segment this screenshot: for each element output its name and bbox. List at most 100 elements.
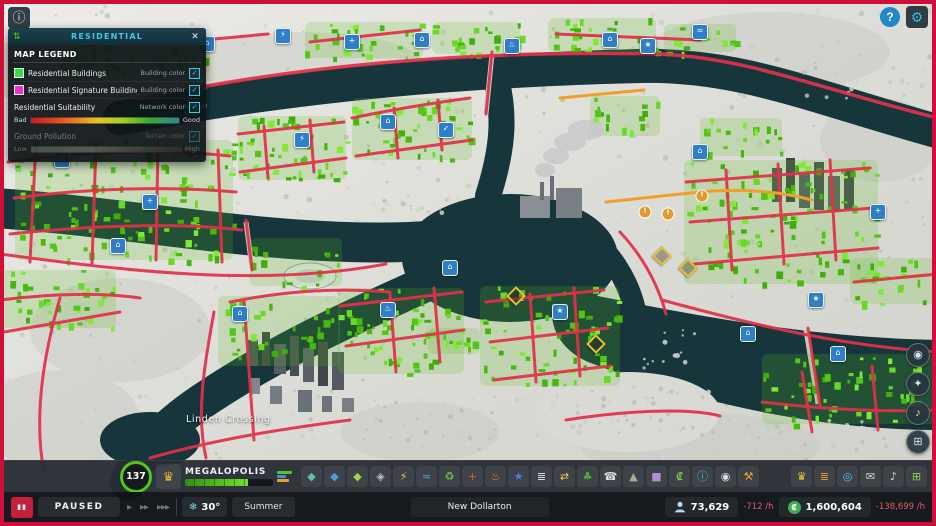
zoning-industrial-tool[interactable]: ◆: [347, 466, 368, 487]
infoviews-panel-button[interactable]: ◎: [837, 466, 858, 487]
zoning-commercial-tool[interactable]: ◆: [324, 466, 345, 487]
location-label[interactable]: New Dollarton: [410, 497, 549, 517]
electricity-tool[interactable]: ⚡: [393, 466, 414, 487]
map-marker[interactable]: [506, 286, 526, 306]
weather-widget[interactable]: ❄ 30°: [182, 497, 228, 517]
map-marker[interactable]: !: [661, 207, 675, 221]
map-marker[interactable]: ⌂: [740, 326, 756, 342]
temperature-value: 30°: [201, 501, 221, 513]
city-info-panel-button[interactable]: ⓘ: [692, 466, 713, 487]
legend-channel: Network color: [139, 103, 185, 111]
map-marker[interactable]: ≈: [692, 24, 708, 40]
legend-channel: Building color: [140, 86, 185, 94]
rci-demand-indicator[interactable]: [277, 471, 293, 482]
map-tiles-panel-button[interactable]: ⊞: [906, 466, 927, 487]
map-marker[interactable]: !: [638, 205, 652, 219]
map-tiles-button[interactable]: ⊞: [906, 430, 930, 454]
chirper-button[interactable]: ✦: [906, 372, 930, 396]
close-icon[interactable]: ✕: [189, 31, 201, 42]
speed-3-button[interactable]: ▶▶▶: [155, 503, 171, 511]
police-tool[interactable]: ★: [508, 466, 529, 487]
healthcare-tool[interactable]: +: [462, 466, 483, 487]
notifications-panel-button[interactable]: ✉: [860, 466, 881, 487]
map-marker[interactable]: ⌂: [110, 238, 126, 254]
fire-rescue-tool[interactable]: ♨: [485, 466, 506, 487]
panel-title: RESIDENTIAL: [70, 32, 144, 41]
main-toolbar: 137 ♛ MEGALOPOLIS ◆ ◆ ◆ ◈ ⚡ ≈ ♻ + ♨ ★ ≣ ⇄ ♣ ☎ ▲ ■ ₡ ⓘ ◉ ⚒ ♛…: [4, 460, 932, 493]
map-marker[interactable]: ⌂: [830, 346, 846, 362]
milestone-level-badge[interactable]: 137: [120, 460, 152, 493]
parks-recreation-tool[interactable]: ♣: [577, 466, 598, 487]
map-marker[interactable]: ✓: [438, 122, 454, 138]
legend-channel: Terrain color: [144, 132, 185, 140]
transportation-tool[interactable]: ⇄: [554, 466, 575, 487]
map-marker[interactable]: ★: [640, 38, 656, 54]
milestones-button[interactable]: ♛: [156, 464, 181, 489]
progression-panel-button[interactable]: ♛: [791, 466, 812, 487]
communications-tool[interactable]: ☎: [600, 466, 621, 487]
map-marker[interactable]: ⌂: [414, 32, 430, 48]
map-marker[interactable]: [678, 258, 698, 278]
checkbox[interactable]: ✓: [189, 67, 200, 79]
city-info[interactable]: MEGALOPOLIS: [185, 467, 273, 486]
suitability-scale: Bad Good: [13, 115, 201, 128]
radio-button[interactable]: ♪: [906, 401, 930, 425]
population-icon: [674, 501, 685, 513]
map-marker[interactable]: ⌂: [602, 32, 618, 48]
map-marker[interactable]: !: [695, 189, 709, 203]
population-value: 73,629: [690, 501, 730, 513]
map-marker[interactable]: [652, 246, 672, 266]
info-button[interactable]: ⓘ: [8, 7, 30, 29]
photo-mode-tool[interactable]: ◉: [715, 466, 736, 487]
settings-button[interactable]: ⚙: [906, 6, 928, 28]
map-marker[interactable]: ♨: [504, 38, 520, 54]
map-marker[interactable]: ★: [808, 292, 824, 308]
roads-tool[interactable]: ◈: [370, 466, 391, 487]
legend-label: Ground Pollution: [14, 131, 77, 141]
speed-1-button[interactable]: ▶: [125, 503, 133, 511]
legend-row-suitability: Residential Suitability Network color ✓: [13, 99, 201, 115]
map-marker[interactable]: +: [142, 194, 158, 210]
money-icon: ₡: [787, 500, 801, 514]
map-marker[interactable]: ⌂: [232, 306, 248, 322]
industrial-demand-bar: [277, 479, 289, 482]
legend-label: Residential Buildings: [28, 68, 107, 78]
zoning-residential-tool[interactable]: ◆: [301, 466, 322, 487]
season-label: Summer: [232, 497, 295, 517]
pause-button[interactable]: ▮▮: [11, 496, 33, 518]
map-marker[interactable]: ⌂: [380, 114, 396, 130]
signature-areas-tool[interactable]: ■: [646, 466, 667, 487]
status-bar: ▮▮ PAUSED ▶ ▶▶ ▶▶▶ ❄ 30° Summer New Doll…: [4, 492, 932, 522]
speed-2-button[interactable]: ▶▶: [138, 503, 150, 511]
checkbox[interactable]: ✓: [189, 84, 200, 96]
map-marker[interactable]: ⌂: [692, 144, 708, 160]
bulldoze-tool[interactable]: ⚒: [738, 466, 759, 487]
map-marker[interactable]: [586, 334, 606, 354]
scale-min-label: Low: [14, 145, 27, 153]
garbage-tool[interactable]: ♻: [439, 466, 460, 487]
map-marker[interactable]: +: [870, 204, 886, 220]
education-tool[interactable]: ≣: [531, 466, 552, 487]
map-marker[interactable]: ⚡: [275, 28, 291, 44]
map-marker[interactable]: +: [344, 34, 360, 50]
map-marker[interactable]: ⚡: [294, 132, 310, 148]
panel-header[interactable]: ⇅ RESIDENTIAL ✕: [8, 28, 206, 45]
radio-panel-button[interactable]: ♪: [883, 466, 904, 487]
help-button[interactable]: ?: [880, 7, 900, 27]
info-icon: ⓘ: [12, 10, 26, 25]
map-marker[interactable]: ♨: [380, 302, 396, 318]
map-marker[interactable]: ★: [552, 304, 568, 320]
checkbox[interactable]: ✓: [189, 130, 200, 142]
money-widget[interactable]: ₡ 1,600,604: [778, 497, 871, 517]
economy-panel-button[interactable]: ₡: [669, 466, 690, 487]
checkbox[interactable]: ✓: [189, 101, 200, 113]
legend-row-residential-buildings: Residential Buildings Building color ✓: [13, 65, 201, 82]
photo-mode-button[interactable]: ◉: [906, 343, 930, 367]
map-marker[interactable]: ⌂: [442, 260, 458, 276]
statistics-panel-button[interactable]: ≣: [814, 466, 835, 487]
water-sewage-tool[interactable]: ≈: [416, 466, 437, 487]
landscaping-tool[interactable]: ▲: [623, 466, 644, 487]
residential-demand-bar: [277, 471, 292, 474]
population-widget[interactable]: 73,629: [664, 497, 739, 517]
simulation-state-label: PAUSED: [38, 497, 120, 517]
